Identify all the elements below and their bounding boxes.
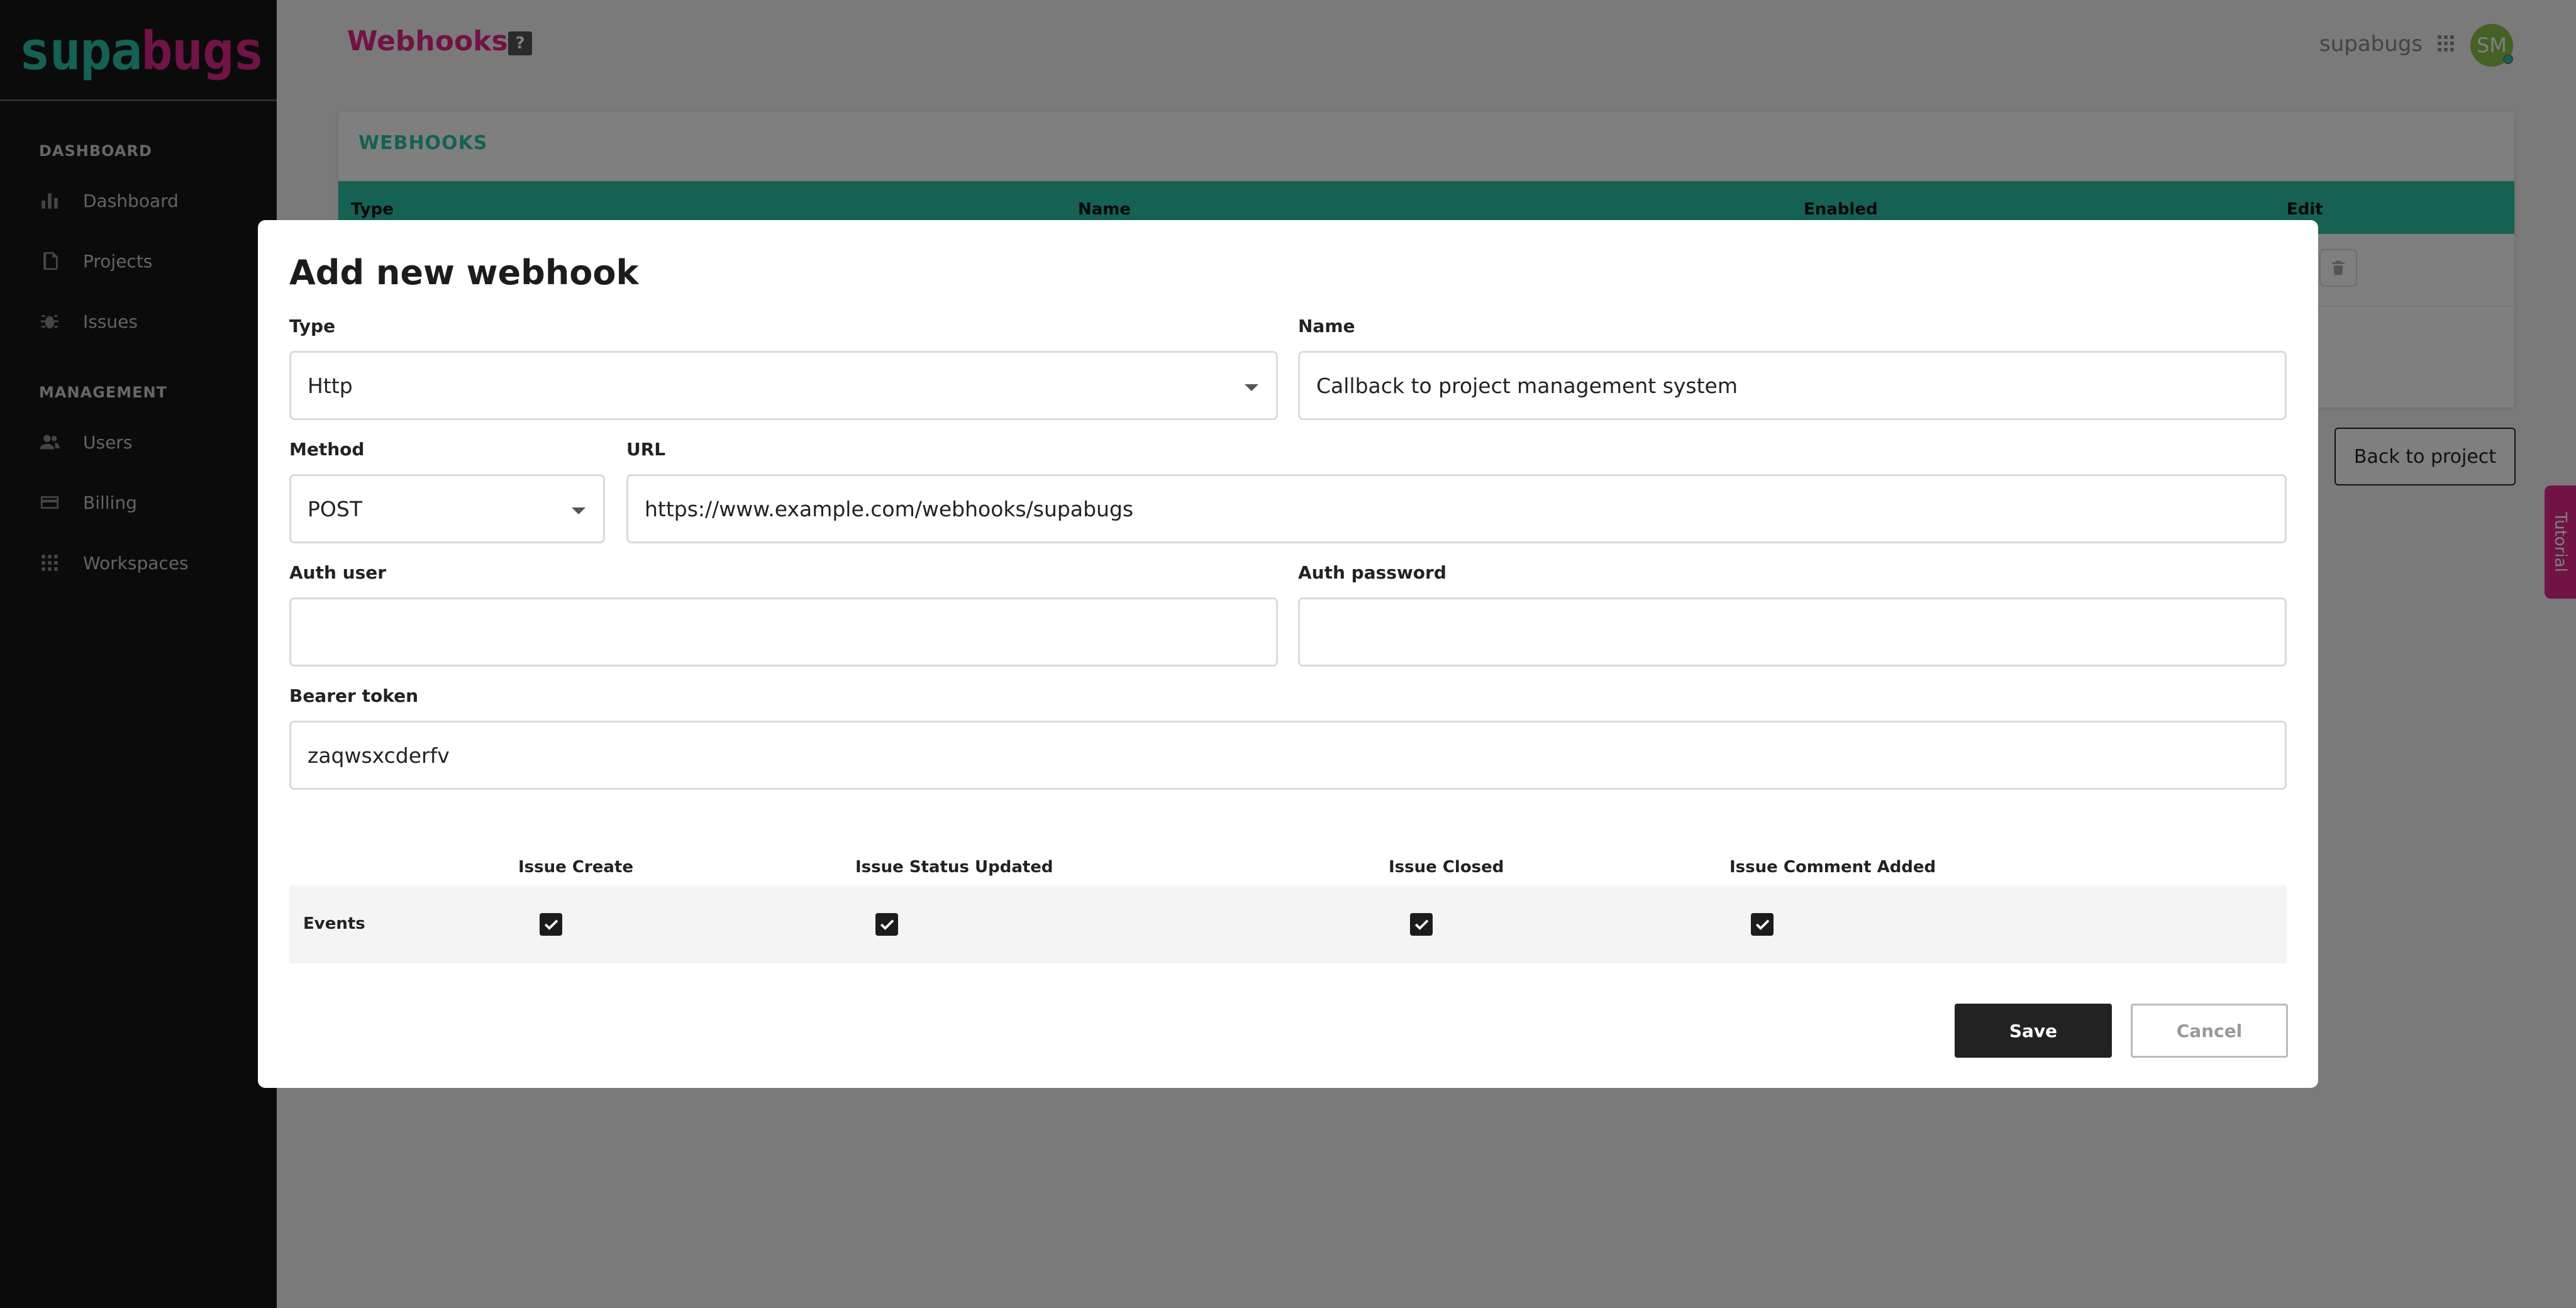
method-select[interactable]: POST [289, 474, 605, 543]
auth-password-label: Auth password [1298, 562, 1446, 583]
type-label: Type [289, 316, 336, 336]
name-input[interactable]: Callback to project management system [1298, 351, 2287, 420]
auth-user-label: Auth user [289, 562, 387, 583]
bearer-token-input-value: zaqwsxcderfv [308, 743, 450, 768]
checkmark-icon [880, 919, 894, 930]
checkbox-issue-comment-added[interactable] [1751, 913, 1774, 936]
events-column-issue-status-updated: Issue Status Updated [855, 858, 1053, 877]
url-input[interactable]: https://www.example.com/webhooks/supabug… [626, 474, 2287, 543]
caret-down-icon [572, 507, 586, 514]
auth-password-input[interactable] [1298, 597, 2287, 667]
method-select-value: POST [308, 496, 362, 521]
events-column-issue-comment-added: Issue Comment Added [1729, 858, 1936, 877]
checkmark-icon [1755, 919, 1770, 930]
add-webhook-modal: Add new webhook Type Http Name Callback … [258, 220, 2318, 1088]
events-column-issue-closed: Issue Closed [1389, 858, 1504, 877]
name-input-value: Callback to project management system [1316, 373, 1738, 398]
caret-down-icon [1245, 384, 1258, 391]
checkmark-icon [544, 919, 558, 930]
checkbox-issue-status-updated[interactable] [875, 913, 898, 936]
bearer-token-label: Bearer token [289, 685, 418, 706]
checkbox-issue-closed[interactable] [1410, 913, 1433, 936]
events-column-issue-create: Issue Create [518, 858, 633, 877]
checkmark-icon [1414, 919, 1429, 930]
events-row-label: Events [303, 914, 365, 933]
method-label: Method [289, 439, 365, 460]
auth-user-input[interactable] [289, 597, 1278, 667]
checkbox-issue-create[interactable] [540, 913, 562, 936]
events-row: Events [289, 885, 2287, 963]
type-select[interactable]: Http [289, 351, 1278, 420]
cancel-button[interactable]: Cancel [2131, 1004, 2288, 1058]
name-label: Name [1298, 316, 1355, 336]
url-label: URL [626, 439, 666, 460]
bearer-token-input[interactable]: zaqwsxcderfv [289, 721, 2287, 790]
modal-title: Add new webhook [289, 253, 639, 292]
url-input-value: https://www.example.com/webhooks/supabug… [645, 496, 1134, 521]
save-button[interactable]: Save [1955, 1004, 2112, 1058]
type-select-value: Http [308, 373, 353, 398]
